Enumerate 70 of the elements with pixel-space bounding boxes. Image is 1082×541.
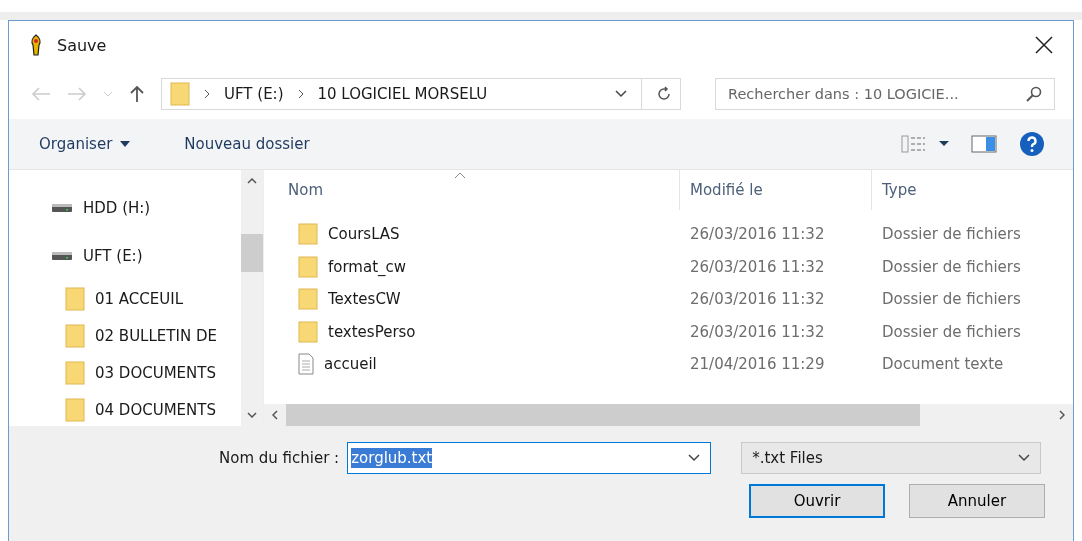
folder-icon bbox=[298, 255, 318, 278]
folder-icon bbox=[65, 397, 85, 422]
view-options-icon[interactable] bbox=[901, 135, 949, 153]
file-name[interactable]: TextesCW bbox=[328, 290, 401, 309]
up-arrow-icon[interactable] bbox=[129, 85, 145, 103]
file-type-dropdown[interactable]: *.txt Files bbox=[741, 442, 1042, 474]
scroll-right-icon[interactable] bbox=[1059, 410, 1065, 420]
field-label: Nom du fichier : bbox=[219, 449, 340, 467]
chevron-down-icon[interactable] bbox=[615, 90, 627, 98]
file-name[interactable]: CoursLAS bbox=[328, 225, 400, 244]
dialog-button[interactable]: Annuler bbox=[909, 484, 1045, 518]
folder-icon bbox=[65, 323, 85, 348]
help-icon[interactable] bbox=[1019, 131, 1045, 157]
torch-icon bbox=[29, 34, 43, 56]
table-cell: Document texte bbox=[882, 355, 1004, 374]
scroll-left-icon[interactable] bbox=[272, 410, 278, 420]
table-cell: 26/03/2016 11:32 bbox=[690, 322, 825, 341]
folder-icon bbox=[298, 223, 318, 246]
file-name[interactable]: textesPerso bbox=[328, 322, 416, 341]
scroll-thumb[interactable] bbox=[241, 234, 263, 272]
scrollbar[interactable] bbox=[241, 170, 263, 426]
column-header[interactable]: Type bbox=[872, 170, 1073, 210]
file-name[interactable]: format_cw bbox=[328, 257, 407, 276]
folder-icon bbox=[170, 82, 190, 106]
search-field[interactable]: Rechercher dans : 10 LOGICIE... bbox=[715, 78, 1055, 110]
folder-icon bbox=[298, 288, 318, 311]
refresh-icon[interactable] bbox=[656, 86, 672, 102]
sidebar-item[interactable]: 02 BULLETIN DE bbox=[9, 317, 241, 354]
sidebar-item[interactable]: 04 DOCUMENTS bbox=[9, 391, 241, 426]
dialog-button[interactable]: Ouvrir bbox=[749, 484, 885, 518]
breadcrumb[interactable]: UFT (E:) bbox=[224, 85, 284, 103]
window-title: Sauve bbox=[57, 35, 107, 55]
scrollbar[interactable] bbox=[264, 404, 1073, 426]
folder-icon bbox=[298, 320, 318, 343]
chevron-down-icon bbox=[1018, 454, 1031, 462]
preview-pane-icon[interactable] bbox=[971, 135, 997, 153]
drive-icon bbox=[51, 251, 73, 261]
table-cell: 26/03/2016 11:32 bbox=[690, 225, 825, 244]
column-header[interactable]: Modifié le bbox=[680, 170, 872, 210]
drive-icon bbox=[51, 203, 73, 213]
table-cell: 26/03/2016 11:32 bbox=[690, 290, 825, 309]
table-cell: 26/03/2016 11:32 bbox=[690, 257, 825, 276]
table-cell: Dossier de fichiers bbox=[882, 290, 1021, 309]
sidebar-item[interactable]: 01 ACCEUIL bbox=[9, 280, 241, 317]
chevron-right-icon bbox=[297, 89, 304, 99]
organize-button[interactable]: Organiser bbox=[33, 131, 137, 157]
folder-icon bbox=[65, 360, 85, 385]
caret-down-icon bbox=[120, 141, 131, 147]
breadcrumb[interactable]: 10 LOGICIEL MORSELU bbox=[317, 85, 488, 103]
address-bar[interactable]: UFT (E:) 10 LOGICIEL MORSELU bbox=[161, 78, 681, 110]
scroll-thumb[interactable] bbox=[286, 404, 920, 426]
column-header[interactable]: Nom bbox=[264, 170, 680, 210]
search-icon bbox=[1026, 86, 1042, 102]
text-file-icon bbox=[298, 353, 314, 376]
table-cell: 21/04/2016 11:29 bbox=[690, 355, 825, 374]
table-cell: Dossier de fichiers bbox=[882, 322, 1021, 341]
file-name[interactable]: accueil bbox=[324, 355, 377, 374]
folder-icon bbox=[65, 286, 85, 311]
scroll-down-icon[interactable] bbox=[247, 412, 257, 418]
sidebar-item[interactable]: UFT (E:) bbox=[9, 232, 241, 280]
chevron-down-icon[interactable] bbox=[688, 454, 701, 462]
sidebar-item[interactable]: HDD (H:) bbox=[9, 184, 241, 232]
new-folder-button[interactable]: Nouveau dossier bbox=[178, 131, 316, 157]
table-cell: Dossier de fichiers bbox=[882, 225, 1021, 244]
chevron-right-icon bbox=[204, 89, 210, 99]
scroll-up-icon[interactable] bbox=[247, 178, 257, 184]
table-cell: Dossier de fichiers bbox=[882, 257, 1021, 276]
filename-field[interactable]: zorglub.txt bbox=[347, 442, 712, 474]
close-icon[interactable] bbox=[1035, 36, 1053, 54]
sidebar-item[interactable]: 03 DOCUMENTS bbox=[9, 354, 241, 391]
